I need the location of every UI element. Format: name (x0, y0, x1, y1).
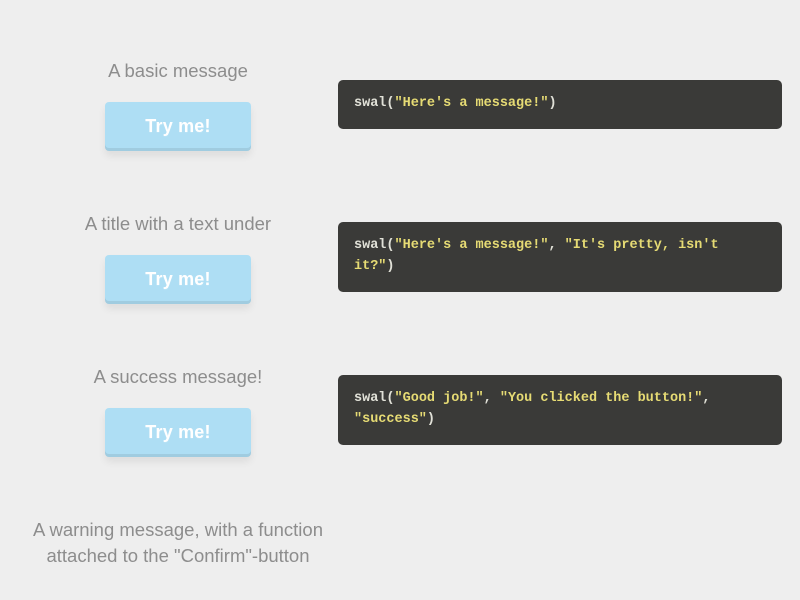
code-fn: swal (354, 96, 386, 111)
code-paren: ( (386, 391, 394, 406)
try-me-button[interactable]: Try me! (105, 102, 250, 151)
code-block: swal("Here's a message!") (338, 80, 782, 129)
code-comma: , (702, 391, 710, 406)
code-arg: "You clicked the button!" (500, 391, 703, 406)
example-left: A success message! Try me! (18, 364, 338, 457)
code-arg: "success" (354, 412, 427, 427)
code-arg: "Here's a message!" (395, 96, 549, 111)
code-fn: swal (354, 391, 386, 406)
example-row: A title with a text under Try me! swal("… (0, 211, 800, 304)
example-left: A basic message Try me! (18, 58, 338, 151)
try-me-button[interactable]: Try me! (105, 255, 250, 304)
example-title: A title with a text under (81, 211, 275, 237)
code-comma: , (548, 238, 564, 253)
code-block: swal("Good job!", "You clicked the butto… (338, 375, 782, 445)
code-paren: ( (386, 96, 394, 111)
example-title: A success message! (90, 364, 267, 390)
code-paren: ) (427, 412, 435, 427)
try-me-button[interactable]: Try me! (105, 408, 250, 457)
example-row: A basic message Try me! swal("Here's a m… (0, 58, 800, 151)
example-title: A warning message, with a function attac… (18, 517, 338, 569)
example-left: A title with a text under Try me! (18, 211, 338, 304)
code-paren: ) (548, 96, 556, 111)
code-paren: ( (386, 238, 394, 253)
example-row: A success message! Try me! swal("Good jo… (0, 364, 800, 457)
code-paren: ) (386, 259, 394, 274)
code-block: swal("Here's a message!", "It's pretty, … (338, 222, 782, 292)
example-left: A warning message, with a function attac… (18, 517, 338, 587)
code-arg: "Here's a message!" (395, 238, 549, 253)
code-fn: swal (354, 238, 386, 253)
code-comma: , (484, 391, 500, 406)
code-arg: "Good job!" (395, 391, 484, 406)
example-title: A basic message (104, 58, 252, 84)
example-row: A warning message, with a function attac… (0, 517, 800, 587)
